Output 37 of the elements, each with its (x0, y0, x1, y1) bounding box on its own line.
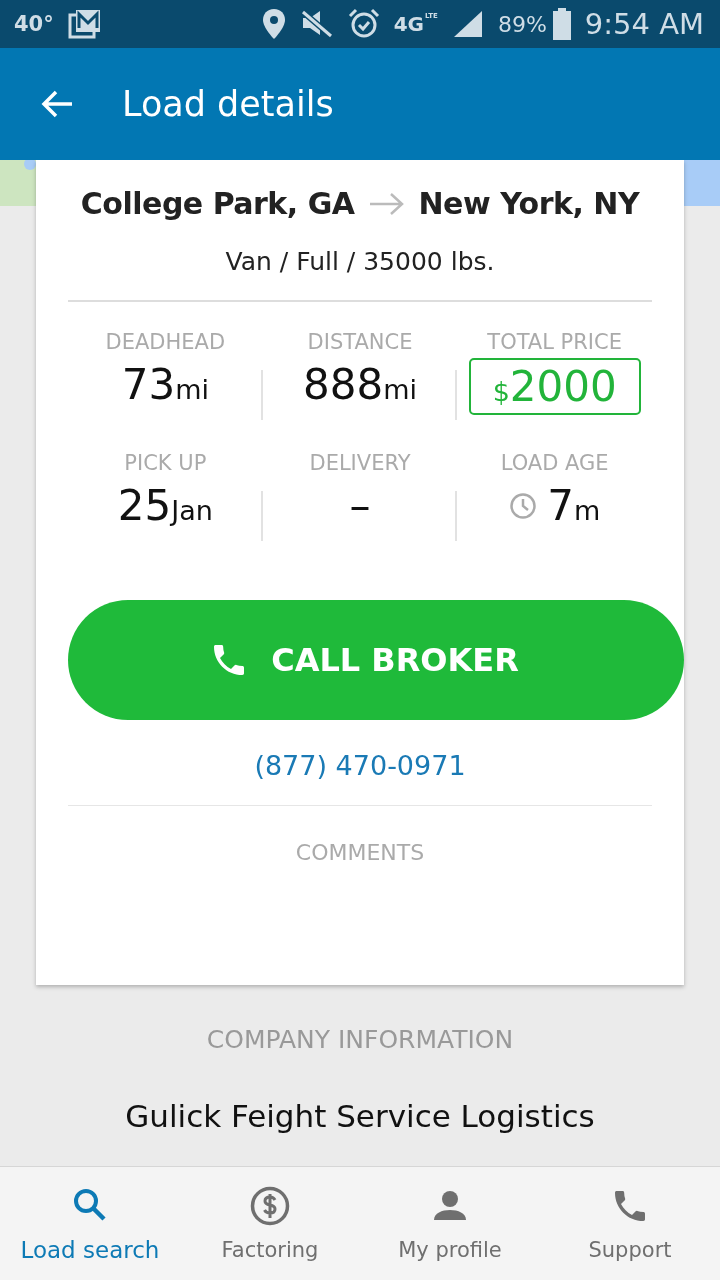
equipment-info: Van / Full / 35000 lbs. (225, 247, 495, 276)
nav-tab[interactable]: My profile (360, 1167, 540, 1280)
section-heading: COMPANY INFORMATION (206, 1025, 514, 1055)
mute-icon (299, 9, 334, 39)
alarm-icon (347, 8, 380, 40)
clock-icon (509, 491, 538, 520)
nav-tab[interactable]: Factoring (180, 1167, 360, 1280)
phone-link[interactable]: (877) 470-0971 (254, 750, 466, 781)
stat-label: DELIVERY (309, 451, 411, 475)
destination-city: New York, NY (418, 186, 640, 221)
mail-icon (67, 9, 102, 39)
stat-label: TOTAL PRICE (487, 330, 622, 354)
stat-value: – (349, 481, 371, 530)
clock-time: 9:54 AM (584, 7, 704, 41)
location-pin-icon (261, 8, 286, 40)
price-box: $2000 (468, 358, 641, 415)
dollar-icon (250, 1185, 290, 1226)
stat-value: 25Jan (117, 481, 213, 530)
arrow-icon (368, 191, 405, 216)
battery-icon (552, 8, 571, 40)
stat-value: 7m (547, 481, 601, 530)
stat-value: 73mi (121, 360, 209, 409)
battery-percent: 89% (497, 11, 547, 37)
temperature: 40° (14, 12, 54, 36)
nav-tab[interactable]: Support (540, 1167, 720, 1280)
origin-city: College Park, GA (80, 186, 355, 221)
stat-label: LOAD AGE (500, 451, 609, 475)
nav-tab[interactable]: Load search (0, 1167, 180, 1280)
company-name: Gulick Feight Service Logistics (125, 1098, 595, 1135)
stat-label: PICK UP (124, 451, 207, 475)
stat-label: DEADHEAD (105, 330, 226, 354)
stat-label: DISTANCE (307, 330, 413, 354)
comments-label: COMMENTS (295, 840, 425, 865)
call-broker-button[interactable]: CALL BROKER (68, 600, 684, 720)
back-arrow-icon[interactable] (40, 89, 74, 119)
screen-title: Load details (122, 84, 334, 124)
stat-value: 888mi (303, 360, 417, 409)
